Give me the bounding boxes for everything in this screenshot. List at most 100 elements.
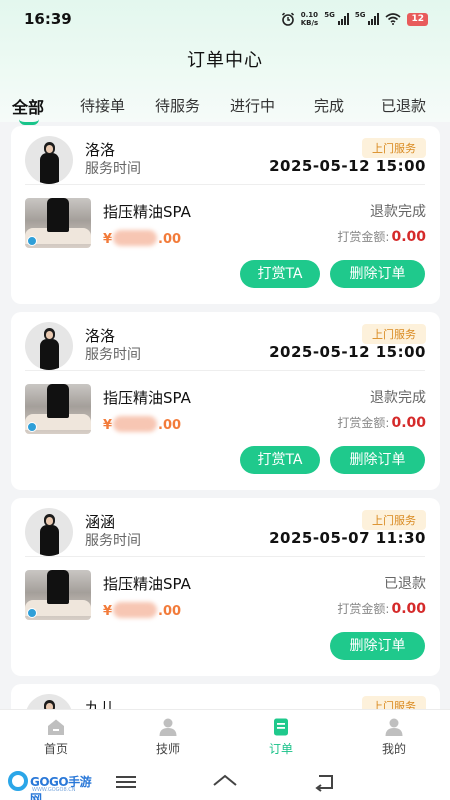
tip-value: 0.00 (391, 601, 426, 617)
divider (25, 184, 425, 185)
signal-label-2: 5G (354, 11, 366, 19)
alarm-icon (281, 12, 294, 26)
avatar (25, 694, 73, 709)
tab-pending-service[interactable]: 待服务 (155, 95, 200, 116)
service-time-label: 服务时间 (85, 533, 141, 549)
signal-icon (337, 13, 349, 25)
battery-indicator: 12 (407, 12, 428, 26)
service-name: 指压精油SPA (103, 203, 191, 221)
tip-label: 打赏金额: (337, 230, 390, 244)
net-speed: 0.10 KB/s (301, 11, 318, 27)
home-icon (48, 719, 64, 735)
tip-label: 打赏金额: (337, 416, 390, 430)
net-speed-unit: KB/s (300, 19, 319, 27)
status-icons: 0.10 KB/s 5G 5G 12 (281, 11, 428, 27)
service-datetime: 2025-05-07 11:30 (269, 529, 426, 547)
service-datetime: 2025-05-12 15:00 (269, 157, 426, 175)
nav-orders-label: 订单 (268, 742, 293, 756)
wifi-icon (385, 13, 401, 25)
service-thumbnail (25, 570, 91, 620)
nav-home[interactable]: 首页 (0, 710, 112, 766)
avatar (25, 508, 73, 556)
watermark-logo: GOGO手游网 WWW.GOGO8.CN (8, 771, 98, 800)
tech-name: 洛洛 (85, 141, 116, 159)
tab-active-indicator (19, 119, 39, 125)
tip-label: 打赏金额: (337, 602, 390, 616)
order-tabs: 全部 待接单 待服务 进行中 完成 已退款 (0, 92, 450, 125)
delete-order-button[interactable]: 删除订单 (330, 446, 425, 474)
price-suffix: .00 (158, 604, 182, 619)
service-price: ¥ .00 (103, 602, 181, 619)
price-blurred (113, 230, 158, 246)
tab-refunded[interactable]: 已退款 (381, 95, 426, 116)
signal-label-1: 5G (324, 11, 335, 19)
tech-name: 九儿 (85, 699, 116, 709)
tab-completed[interactable]: 完成 (314, 95, 344, 116)
price-blurred (113, 602, 158, 618)
nav-home-label: 首页 (43, 742, 68, 756)
service-price: ¥ .00 (103, 416, 181, 433)
service-price: ¥ .00 (103, 230, 181, 247)
person-icon (159, 718, 177, 736)
tech-name: 洛洛 (85, 327, 116, 345)
profile-icon (385, 718, 403, 736)
status-bar: 16:39 0.10 KB/s 5G 5G 12 (0, 0, 450, 38)
order-icon (274, 718, 288, 736)
tab-in-progress[interactable]: 进行中 (230, 95, 275, 116)
service-type-badge: 上门服务 (362, 324, 426, 344)
back-icon[interactable] (310, 771, 338, 793)
service-name: 指压精油SPA (103, 575, 191, 593)
tip-value: 0.00 (391, 229, 426, 245)
tip-amount: 打赏金额: 0.00 (337, 414, 426, 431)
menu-icon[interactable] (112, 771, 140, 793)
delete-order-button[interactable]: 删除订单 (330, 632, 425, 660)
divider (25, 370, 425, 371)
net-speed-value: 0.10 (300, 11, 319, 19)
order-status: 退款完成 (370, 390, 426, 406)
home-nav-icon[interactable] (211, 771, 239, 793)
tip-button[interactable]: 打赏TA (240, 260, 320, 288)
tab-pending-accept[interactable]: 待接单 (80, 95, 125, 116)
order-status: 退款完成 (370, 204, 426, 220)
service-datetime: 2025-05-12 15:00 (269, 343, 426, 361)
service-time-label: 服务时间 (85, 161, 141, 177)
tip-amount: 打赏金额: 0.00 (337, 228, 426, 245)
order-card[interactable]: 洛洛 服务时间 上门服务 2025-05-12 15:00 指压精油SPA ¥.… (11, 312, 440, 490)
avatar (25, 136, 73, 184)
tip-button[interactable]: 打赏TA (240, 446, 320, 474)
service-type-badge: 上门服务 (362, 696, 426, 709)
nav-technician[interactable]: 技师 (112, 710, 224, 766)
signal-icon-2 (368, 13, 380, 25)
service-thumbnail (25, 198, 91, 248)
nav-technician-label: 技师 (155, 742, 180, 756)
page-title: 订单中心 (187, 50, 263, 71)
tip-amount: 打赏金额: 0.00 (337, 600, 426, 617)
price-suffix: .00 (158, 418, 182, 433)
order-card[interactable]: 涵涵 服务时间 上门服务 2025-05-07 11:30 指压精油SPA ¥.… (11, 498, 440, 676)
nav-profile-label: 我的 (381, 742, 406, 756)
order-status: 已退款 (384, 576, 426, 592)
system-nav-bar: GOGO手游网 WWW.GOGO8.CN (0, 765, 450, 800)
service-time-label: 服务时间 (85, 347, 141, 363)
service-type-badge: 上门服务 (362, 138, 426, 158)
status-time: 16:39 (24, 10, 72, 28)
tip-value: 0.00 (391, 415, 426, 431)
price-blurred (113, 416, 158, 432)
tab-all[interactable]: 全部 (12, 94, 44, 118)
price-prefix: ¥ (103, 418, 113, 433)
nav-orders[interactable]: 订单 (225, 710, 337, 766)
tech-name: 涵涵 (85, 513, 116, 531)
watermark-ring (8, 771, 28, 791)
order-card[interactable]: 洛洛 服务时间 上门服务 2025-05-12 15:00 指压精油SPA ¥.… (11, 126, 440, 304)
watermark-subtext: WWW.GOGO8.CN (32, 787, 76, 793)
order-card[interactable]: 九儿 上门服务 (11, 684, 440, 709)
header-area: 16:39 0.10 KB/s 5G 5G 12 订单中心 全部 待接单 待服务… (0, 0, 450, 125)
service-thumbnail (25, 384, 91, 434)
nav-profile[interactable]: 我的 (338, 710, 450, 766)
service-name: 指压精油SPA (103, 389, 191, 407)
price-prefix: ¥ (103, 604, 113, 619)
divider (25, 556, 425, 557)
price-suffix: .00 (158, 232, 182, 247)
service-type-badge: 上门服务 (362, 510, 426, 530)
delete-order-button[interactable]: 删除订单 (330, 260, 425, 288)
